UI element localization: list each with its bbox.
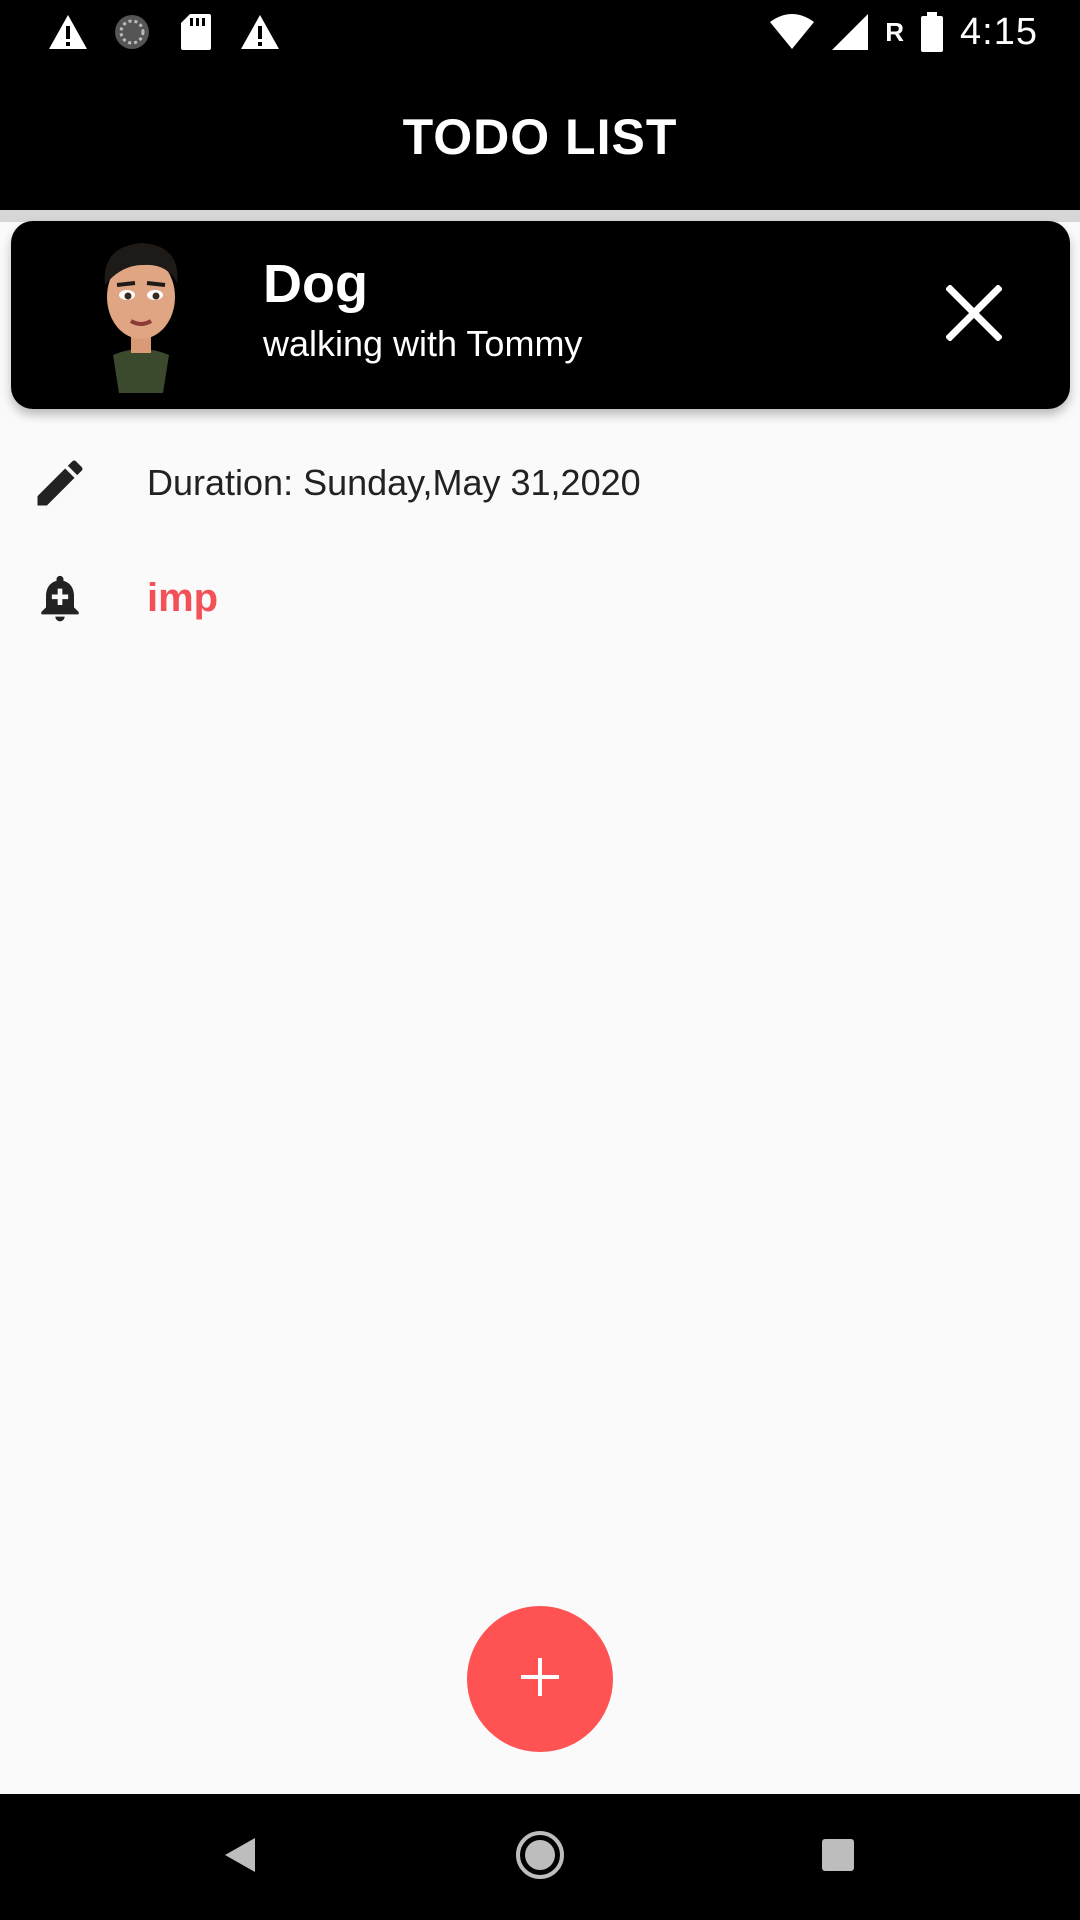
notification-icons [46,10,282,54]
todo-card[interactable]: Dog walking with Tommy [11,221,1070,409]
status-bar: R 4:15 [0,0,1080,64]
tag-row[interactable]: imp [0,548,1080,648]
back-icon [223,1836,257,1879]
recents-button[interactable] [803,1822,873,1892]
todo-title: Dog [263,254,368,314]
app-bar: TODO LIST [0,64,1080,210]
clock: 4:15 [960,10,1038,53]
page-title: TODO LIST [402,109,678,165]
sync-icon [110,10,154,54]
bell-plus-icon [28,566,92,630]
duration-text: Duration: Sunday,May 31,2020 [147,462,641,503]
navigation-bar [0,1794,1080,1920]
warning-icon [238,10,282,54]
add-todo-button[interactable] [467,1606,613,1752]
recents-icon [821,1838,855,1877]
edit-icon [28,451,92,515]
sd-card-icon [174,10,218,54]
close-button[interactable] [926,267,1022,363]
network-type-label: R [885,16,905,47]
warning-icon [46,10,90,54]
home-icon [515,1830,565,1885]
battery-icon [920,10,944,54]
wifi-icon [769,10,815,54]
signal-icon [831,10,869,54]
back-button[interactable] [205,1822,275,1892]
add-icon [518,1655,562,1704]
home-button[interactable] [505,1822,575,1892]
todo-subtitle: walking with Tommy [263,323,583,364]
duration-row[interactable]: Duration: Sunday,May 31,2020 [0,433,1080,533]
avatar [71,235,211,395]
tag-text: imp [147,575,219,620]
close-icon [945,283,1003,346]
system-icons: R 4:15 [769,8,1038,56]
